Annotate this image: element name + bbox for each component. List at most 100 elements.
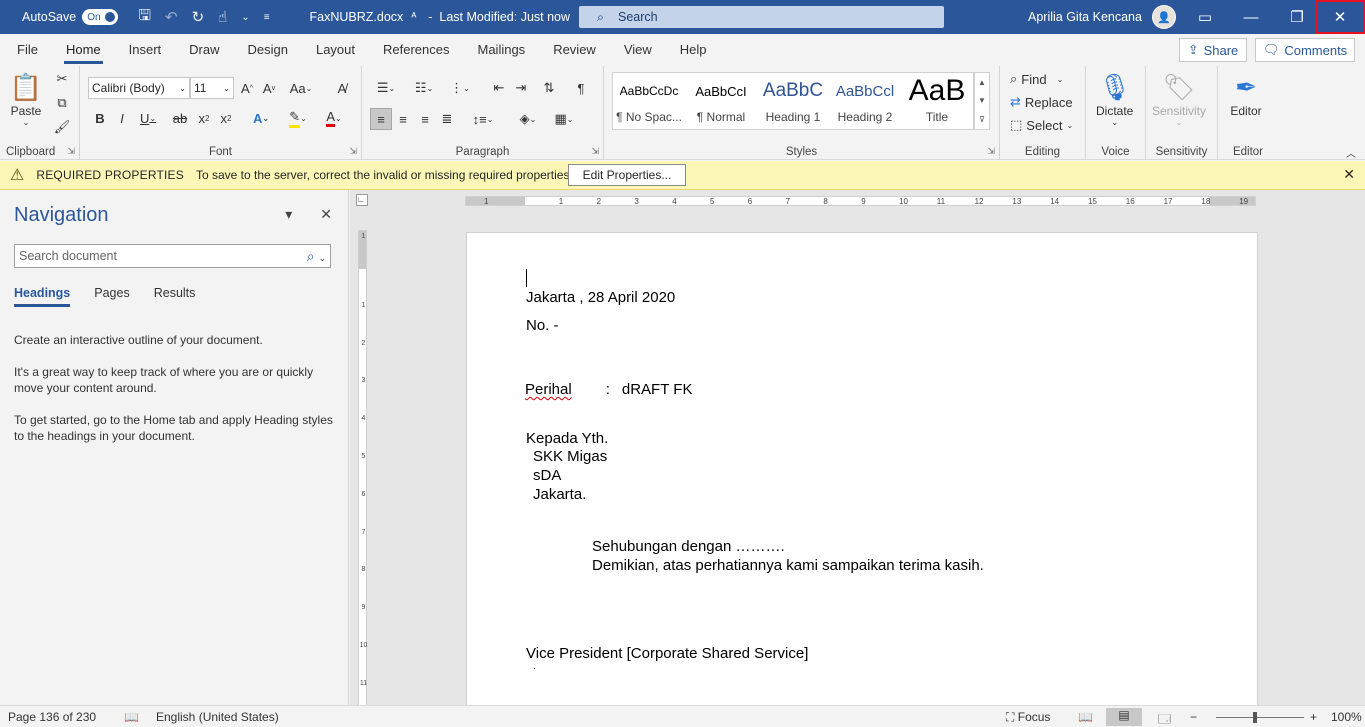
search-icon[interactable]: ⌕ ⌄ (307, 248, 326, 265)
minimize-icon[interactable]: — (1228, 0, 1274, 34)
tab-insert[interactable]: Insert (115, 34, 176, 66)
dialog-launcher-icon[interactable]: ⇲ (349, 146, 357, 157)
collapse-ribbon-icon[interactable]: ︿ (1344, 146, 1358, 160)
shrink-font-icon[interactable]: Av (260, 78, 278, 98)
show-formatting-icon[interactable]: ¶ (572, 78, 590, 98)
print-layout-icon[interactable]: ▤ (1106, 708, 1142, 726)
chevron-down-icon[interactable]: ⌄ (241, 12, 249, 23)
paste-button[interactable]: 📋 Paste ⌄ (10, 70, 42, 128)
numbering-icon[interactable]: ☷ ⌄ (408, 78, 440, 98)
font-name-select[interactable]: Calibri (Body) ⌄ (88, 77, 190, 99)
tab-headings[interactable]: Headings (14, 286, 71, 307)
tab-home[interactable]: Home (52, 34, 115, 66)
style-item[interactable]: AaBbC Heading 1 (757, 73, 829, 129)
style-item[interactable]: AaBbCcDc ¶ No Spac... (613, 73, 685, 129)
touch-mode-icon[interactable]: ☝ (218, 8, 227, 26)
avatar[interactable]: 👤 (1151, 5, 1176, 29)
text-effects-icon[interactable]: A ⌄ (246, 108, 276, 128)
tab-file[interactable]: File (0, 34, 52, 66)
read-mode-icon[interactable]: 📖 (1078, 710, 1093, 724)
strikethrough-icon[interactable]: ab (170, 108, 190, 128)
tab-draw[interactable]: Draw (175, 34, 233, 66)
find-button[interactable]: ⌕ Find ⌄ (1010, 70, 1063, 88)
perihal-line[interactable]: Perihal: dRAFT FK (525, 381, 692, 398)
tab-design[interactable]: Design (234, 34, 302, 66)
document-page[interactable]: Jakarta , 28 April 2020 No. - Perihal: dR… (466, 232, 1258, 705)
search-document-input[interactable]: Search document ⌕ ⌄ (14, 244, 331, 268)
tab-review[interactable]: Review (539, 34, 610, 66)
tab-results[interactable]: Results (154, 286, 196, 307)
clear-formatting-icon[interactable]: A̸ (332, 78, 352, 98)
tab-pages[interactable]: Pages (94, 286, 129, 307)
redo-icon[interactable]: ↻ (192, 8, 205, 26)
body-paragraph[interactable]: Demikian, atas perhatiannya kami sampaik… (592, 557, 984, 574)
format-painter-icon[interactable]: 🖌 (54, 118, 71, 136)
tab-mailings[interactable]: Mailings (464, 34, 540, 66)
search-box[interactable]: ⌕ Search (579, 6, 944, 28)
language-status[interactable]: English (United States) (156, 710, 279, 724)
zoom-slider[interactable] (1216, 717, 1304, 718)
ribbon-display-options-icon[interactable]: ▭ (1182, 0, 1228, 34)
tab-layout[interactable]: Layout (302, 34, 369, 66)
tab-selector-icon[interactable]: ∟ (356, 194, 368, 206)
sensitivity-button[interactable]: 🏷 Sensitivity ⌄ (1152, 70, 1206, 128)
sort-icon[interactable]: ⇅ (540, 78, 558, 98)
address-line[interactable]: sDA (533, 467, 561, 484)
dialog-launcher-icon[interactable]: ⇲ (591, 146, 599, 157)
comments-button[interactable]: 🗨 Comments (1255, 38, 1355, 62)
align-right-icon[interactable]: ≡ (416, 108, 434, 130)
chevron-up-icon[interactable]: ▲ (978, 78, 986, 87)
customize-qat-icon[interactable]: ≡ (264, 12, 270, 23)
signature-line[interactable]: Vice President [Corporate Shared Service… (526, 645, 808, 662)
address-line[interactable]: SKK Migas (533, 448, 607, 465)
subscript-icon[interactable]: x2 (196, 108, 212, 128)
close-icon[interactable]: ✕ (1343, 166, 1355, 183)
style-item[interactable]: AaBbCcI ¶ Normal (685, 73, 757, 129)
dictate-button[interactable]: 🎙 Dictate ⌄ (1096, 70, 1133, 128)
justify-icon[interactable]: ≣ (438, 108, 456, 130)
align-center-icon[interactable]: ≡ (394, 108, 412, 130)
date-line[interactable]: Jakarta , 28 April 2020 (526, 289, 675, 306)
align-left-icon[interactable]: ≡ (370, 108, 392, 130)
change-case-button[interactable]: Aa ⌄ (286, 78, 316, 98)
grow-font-icon[interactable]: A ^ (238, 78, 256, 98)
tab-references[interactable]: References (369, 34, 463, 66)
copy-icon[interactable]: ⧉ (54, 94, 70, 112)
increase-indent-icon[interactable]: ⇥ (512, 78, 530, 98)
chevron-down-icon[interactable]: ▾ (285, 206, 292, 223)
zoom-out-icon[interactable]: − (1190, 710, 1197, 724)
dialog-launcher-icon[interactable]: ⇲ (987, 146, 995, 157)
zoom-level[interactable]: 100% (1331, 710, 1362, 724)
italic-icon[interactable]: I (114, 108, 130, 128)
save-icon[interactable]: 🖫 (138, 5, 151, 30)
horizontal-ruler[interactable]: 1 1 2 3 4 5 6 7 8 9 10 11 12 13 14 15 16 17 18 19 (465, 196, 1256, 206)
styles-gallery-scroll[interactable]: ▲ ▼ ⊽ (974, 72, 990, 130)
borders-icon[interactable]: ▦ ⌄ (548, 108, 580, 130)
share-button[interactable]: ⇪ Share (1179, 38, 1247, 62)
user-account[interactable]: Aprilia Gita Kencana 👤 (1028, 0, 1176, 34)
underline-icon[interactable]: U ⌄ (136, 108, 160, 128)
edit-properties-button[interactable]: Edit Properties... (568, 164, 686, 186)
page-count[interactable]: Page 136 of 230 (8, 710, 96, 724)
highlight-icon[interactable]: ✎ ⌄ (282, 108, 314, 128)
autosave[interactable]: AutoSave On (22, 9, 119, 25)
multilevel-list-icon[interactable]: ⋮ ⌄ (446, 78, 474, 98)
decrease-indent-icon[interactable]: ⇤ (490, 78, 508, 98)
web-layout-icon[interactable]: 🗔 (1158, 710, 1171, 727)
style-item[interactable]: AaB Title (901, 73, 973, 129)
zoom-slider-thumb[interactable] (1253, 712, 1257, 723)
tab-view[interactable]: View (610, 34, 666, 66)
zoom-in-icon[interactable]: + (1310, 710, 1317, 724)
close-icon[interactable]: ✕ (320, 206, 332, 223)
style-item[interactable]: AaBbCcl Heading 2 (829, 73, 901, 129)
dialog-launcher-icon[interactable]: ⇲ (67, 146, 75, 157)
tab-help[interactable]: Help (666, 34, 721, 66)
bold-icon[interactable]: B (92, 108, 108, 128)
addressee-heading[interactable]: Kepada Yth. (526, 430, 608, 447)
proofing-icon[interactable]: 📖 (124, 710, 139, 724)
font-color-icon[interactable]: A ⌄ (318, 108, 350, 128)
number-line[interactable]: No. - (526, 317, 559, 334)
document-title[interactable]: FaxNUBRZ.docx (310, 10, 404, 24)
shading-icon[interactable]: ◈ ⌄ (512, 108, 544, 130)
superscript-icon[interactable]: x2 (218, 108, 234, 128)
